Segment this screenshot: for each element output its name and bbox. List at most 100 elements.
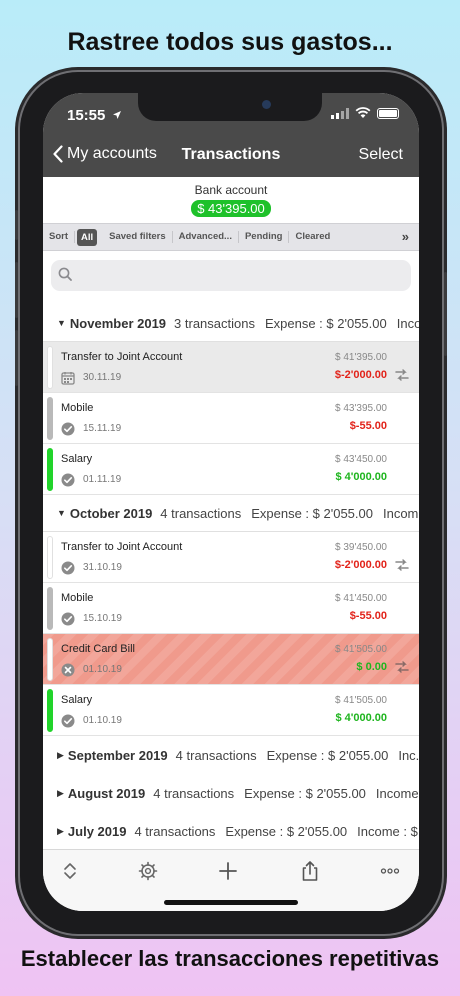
transaction-row[interactable]: Transfer to Joint Account 31.10.19 $ 39'… bbox=[43, 532, 419, 583]
category-color-bar bbox=[47, 689, 53, 732]
status-icons bbox=[331, 107, 399, 119]
back-button[interactable]: My accounts bbox=[53, 145, 157, 163]
account-name: Bank account bbox=[194, 183, 268, 197]
plus-icon[interactable] bbox=[217, 860, 239, 882]
share-icon[interactable] bbox=[299, 860, 321, 882]
category-color-bar bbox=[47, 536, 53, 579]
month-count: 3 transactions bbox=[174, 315, 255, 331]
front-camera bbox=[262, 100, 271, 109]
transaction-list: ▼ November 2019 3 transactions Expense :… bbox=[43, 305, 419, 845]
back-button-label: My accounts bbox=[67, 145, 157, 162]
month-count: 4 transactions bbox=[175, 747, 257, 763]
sort-filter[interactable]: Sort bbox=[43, 231, 75, 243]
sort-arrows-icon[interactable] bbox=[59, 860, 81, 882]
notch bbox=[138, 93, 322, 121]
running-balance: $ 41'395.00 bbox=[335, 352, 387, 363]
cleared-check-icon bbox=[61, 473, 75, 487]
advanced-filter[interactable]: Advanced... bbox=[173, 231, 239, 243]
transaction-date: 31.10.19 bbox=[83, 562, 122, 573]
cleared-filter[interactable]: Cleared bbox=[289, 231, 336, 243]
month-count: 4 transactions bbox=[153, 785, 235, 801]
month-name: November 2019 bbox=[69, 315, 167, 331]
transfer-icon bbox=[395, 559, 409, 571]
wifi-icon bbox=[355, 107, 371, 118]
transaction-name: Transfer to Joint Account bbox=[61, 351, 183, 363]
running-balance: $ 41'450.00 bbox=[335, 593, 387, 604]
month-income: Income... bbox=[375, 785, 419, 801]
transaction-row[interactable]: Mobile 15.10.19 $ 41'450.00 $-55.00 bbox=[43, 583, 419, 634]
running-balance: $ 41'505.00 bbox=[335, 644, 387, 655]
status-time-label: 15:55 bbox=[67, 107, 106, 124]
transaction-name: Transfer to Joint Account bbox=[61, 541, 183, 553]
transaction-date: 30.11.19 bbox=[83, 372, 122, 383]
month-expense: Expense : $ 2'055.00 bbox=[244, 785, 366, 801]
transaction-amount: $ 4'000.00 bbox=[335, 471, 387, 483]
saved-filters-filter[interactable]: Saved filters bbox=[103, 231, 173, 243]
void-x-icon bbox=[61, 663, 75, 677]
disclosure-closed-icon: ▶ bbox=[57, 825, 64, 836]
transaction-row[interactable]: Salary 01.10.19 $ 41'505.00 $ 4'000.00 bbox=[43, 685, 419, 736]
month-header-october-2019[interactable]: ▼ October 2019 4 transactions Expense : … bbox=[43, 495, 419, 532]
category-color-bar bbox=[47, 448, 53, 491]
volume-up-button bbox=[15, 262, 18, 318]
power-button bbox=[444, 272, 447, 356]
status-time: 15:55 bbox=[67, 107, 122, 124]
transaction-amount: $ 4'000.00 bbox=[335, 712, 387, 724]
transaction-amount: $ 0.00 bbox=[356, 661, 387, 673]
category-color-bar bbox=[47, 346, 53, 389]
home-indicator[interactable] bbox=[164, 900, 298, 905]
location-arrow-icon bbox=[112, 111, 121, 119]
all-filter[interactable]: All bbox=[77, 228, 98, 246]
app-screen: 15:55 My accounts Transactions Select Ba… bbox=[43, 93, 419, 911]
calendar-icon bbox=[61, 372, 75, 385]
month-income: Income : $... bbox=[357, 823, 419, 839]
category-color-bar bbox=[47, 587, 53, 630]
transaction-amount: $-55.00 bbox=[349, 610, 387, 622]
gear-icon[interactable] bbox=[137, 860, 159, 882]
month-header-august-2019[interactable]: ▶ August 2019 4 transactions Expense : $… bbox=[43, 774, 419, 812]
search-input[interactable] bbox=[51, 260, 411, 291]
disclosure-closed-icon: ▶ bbox=[57, 787, 64, 798]
transfer-icon bbox=[395, 369, 409, 381]
transaction-amount: $-55.00 bbox=[349, 420, 387, 432]
select-button[interactable]: Select bbox=[359, 146, 403, 164]
month-name: July 2019 bbox=[67, 823, 127, 839]
month-header-september-2019[interactable]: ▶ September 2019 4 transactions Expense … bbox=[43, 736, 419, 774]
transfer-icon bbox=[395, 661, 409, 673]
page-title: Transactions bbox=[181, 146, 281, 163]
cleared-check-icon bbox=[61, 612, 75, 626]
transaction-row[interactable]: Transfer to Joint Account 30.11.19 $ 41'… bbox=[43, 342, 419, 393]
mute-switch bbox=[15, 210, 18, 240]
month-name: October 2019 bbox=[69, 505, 153, 521]
account-balance-badge: $ 43'395.00 bbox=[191, 200, 271, 217]
battery-icon bbox=[377, 107, 399, 119]
account-header: Bank account $ 43'395.00 bbox=[43, 177, 419, 221]
transaction-row[interactable]: Mobile 15.11.19 $ 43'395.00 $-55.00 bbox=[43, 393, 419, 444]
month-income: Inc... bbox=[398, 747, 419, 763]
disclosure-open-icon: ▼ bbox=[57, 318, 66, 328]
month-count: 4 transactions bbox=[160, 505, 242, 521]
month-income: Incom... bbox=[382, 505, 419, 521]
running-balance: $ 43'450.00 bbox=[335, 454, 387, 465]
month-header-november-2019[interactable]: ▼ November 2019 3 transactions Expense :… bbox=[43, 305, 419, 342]
transaction-date: 01.11.19 bbox=[83, 474, 122, 485]
promo-headline-bottom: Establecer las transacciones repetitivas bbox=[20, 946, 440, 971]
volume-down-button bbox=[15, 330, 18, 386]
transaction-row[interactable]: Salary 01.11.19 $ 43'450.00 $ 4'000.00 bbox=[43, 444, 419, 495]
filter-bar: Sort All Saved filters Advanced... Pendi… bbox=[43, 223, 419, 251]
month-expense: Expense : $ 2'055.00 bbox=[251, 505, 373, 521]
more-filters-icon[interactable]: » bbox=[402, 229, 409, 244]
category-color-bar bbox=[47, 638, 53, 681]
month-header-july-2019[interactable]: ▶ July 2019 4 transactions Expense : $ 2… bbox=[43, 812, 419, 845]
month-expense: Expense : $ 2'055.00 bbox=[225, 823, 348, 839]
cellular-signal-icon bbox=[331, 107, 349, 119]
pending-filter[interactable]: Pending bbox=[239, 231, 290, 243]
transaction-amount: $-2'000.00 bbox=[334, 559, 387, 571]
more-icon[interactable] bbox=[379, 860, 401, 882]
disclosure-open-icon: ▼ bbox=[57, 508, 66, 518]
month-income: Inco... bbox=[396, 315, 419, 331]
transaction-row[interactable]: Credit Card Bill 01.10.19 $ 41'505.00 $ … bbox=[43, 634, 419, 685]
transaction-date: 15.10.19 bbox=[83, 613, 122, 624]
month-name: September 2019 bbox=[67, 747, 168, 763]
month-count: 4 transactions bbox=[134, 823, 216, 839]
